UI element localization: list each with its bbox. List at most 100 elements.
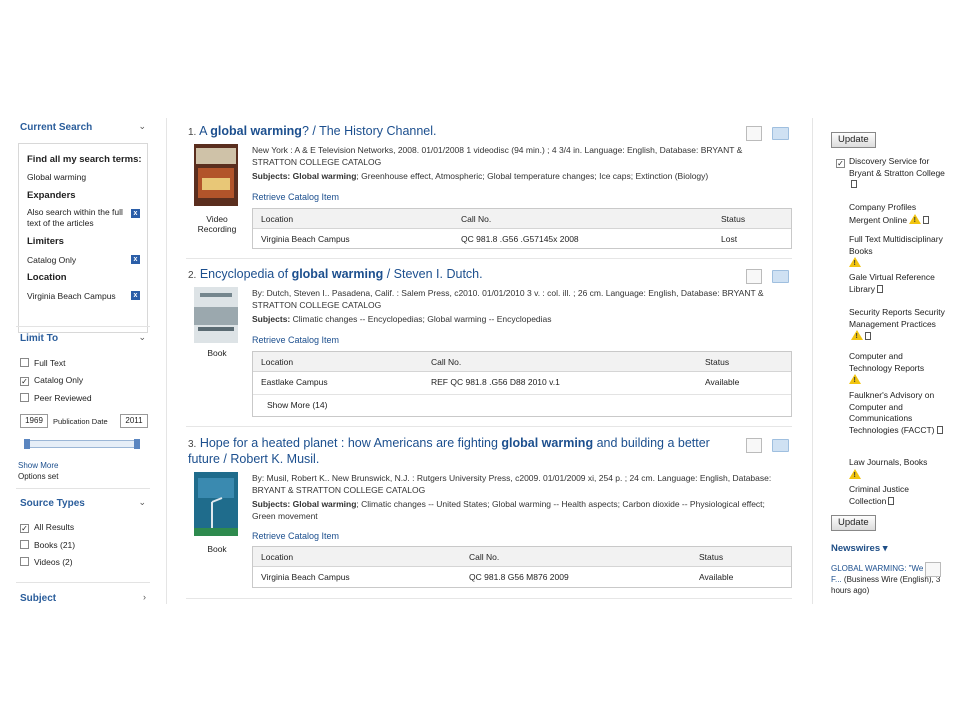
source-types-header[interactable]: Source Types xyxy=(20,498,85,509)
publication-date-range: 1969 Publication Date 2011 xyxy=(20,414,148,430)
database-item[interactable]: Computer and Technology Reports xyxy=(849,351,945,387)
holding-status: Available xyxy=(705,377,740,387)
database-item[interactable]: Full Text Multidisciplinary Books xyxy=(849,234,945,270)
date-to-input[interactable]: 2011 xyxy=(120,414,148,428)
holdings-header-row: Location Call No. Status xyxy=(253,209,791,229)
document-icon xyxy=(876,284,883,293)
database-item[interactable]: Gale Virtual Reference Library xyxy=(849,272,945,295)
discovery-service-link[interactable]: Discovery Service for Bryant & Stratton … xyxy=(849,156,945,191)
database-item[interactable]: Faulkner's Advisory on Computer and Comm… xyxy=(849,390,945,436)
show-more-holdings-link[interactable]: Show More (14) xyxy=(267,400,327,410)
cover-thumbnail[interactable] xyxy=(194,144,238,206)
column-header: Call No. xyxy=(431,357,462,367)
checkbox-checked[interactable]: ✓ xyxy=(836,159,845,168)
column-header: Call No. xyxy=(461,214,492,224)
limit-peer-reviewed[interactable]: Peer Reviewed xyxy=(20,393,92,403)
expanders-label: Expanders xyxy=(27,190,76,201)
folder-icon[interactable] xyxy=(772,439,789,452)
limiters-label: Limiters xyxy=(27,236,64,247)
source-videos[interactable]: Videos (2) xyxy=(20,557,73,567)
result-title[interactable]: 3. Hope for a heated planet : how Americ… xyxy=(188,436,710,450)
slider-handle-right[interactable] xyxy=(134,439,140,449)
cover-thumbnail[interactable] xyxy=(194,472,238,536)
slider-handle-left[interactable] xyxy=(24,439,30,449)
warning-icon xyxy=(909,213,922,226)
checkbox[interactable] xyxy=(20,358,29,367)
result-title-line2[interactable]: future / Robert K. Musil. xyxy=(188,452,319,466)
remove-icon[interactable]: x xyxy=(131,291,140,300)
holdings-table: Location Call No. Status Eastlake Campus… xyxy=(252,351,792,417)
current-search-box: Find all my search terms: Global warming… xyxy=(18,143,148,333)
limit-to-header[interactable]: Limit To xyxy=(20,333,58,344)
holding-status: Available xyxy=(699,572,734,582)
result-actions xyxy=(746,438,790,454)
newswires-header[interactable]: Newswires ▾ xyxy=(831,543,888,554)
subject-header[interactable]: Subject xyxy=(20,593,56,604)
document-icon xyxy=(936,425,943,434)
right-sidebar: Update ✓ Discovery Service for Bryant & … xyxy=(812,118,952,604)
folder-icon[interactable] xyxy=(772,127,789,140)
options-set-link[interactable]: Options set xyxy=(18,472,58,481)
remove-icon[interactable]: x xyxy=(131,255,140,264)
source-books[interactable]: Books (21) xyxy=(20,540,75,550)
retrieve-catalog-link[interactable]: Retrieve Catalog Item xyxy=(252,531,339,541)
left-sidebar: Current Search ⌄ Find all my search term… xyxy=(16,118,152,604)
news-source: (Business Wire (English), 3 hours ago) xyxy=(831,575,941,595)
retrieve-catalog-link[interactable]: Retrieve Catalog Item xyxy=(252,192,339,202)
holding-location: Virginia Beach Campus xyxy=(261,234,350,244)
column-header: Location xyxy=(261,357,294,367)
limiter-item: Catalog Only xyxy=(27,255,77,265)
retrieve-catalog-link[interactable]: Retrieve Catalog Item xyxy=(252,335,339,345)
remove-icon[interactable]: x xyxy=(131,209,140,218)
database-item[interactable]: Security Reports Security Management Pra… xyxy=(849,307,945,343)
location-item: Virginia Beach Campus xyxy=(27,291,116,301)
preview-icon[interactable] xyxy=(746,269,762,284)
result-metadata: By: Musil, Robert K.. New Brunswick, N.J… xyxy=(252,473,772,495)
update-button-2[interactable]: Update xyxy=(831,515,876,531)
update-button[interactable]: Update xyxy=(831,132,876,148)
result-metadata: By: Dutch, Steven I.. Pasadena, Calif. :… xyxy=(252,288,764,310)
expander-item: Also search within the full text of the … xyxy=(27,207,123,228)
result-title[interactable]: 1. A global warming? / The History Chann… xyxy=(188,124,437,138)
date-from-input[interactable]: 1969 xyxy=(20,414,48,428)
document-icon xyxy=(865,332,871,340)
preview-icon[interactable] xyxy=(746,126,762,141)
date-slider[interactable] xyxy=(24,439,140,449)
folder-icon[interactable] xyxy=(772,270,789,283)
warning-icon xyxy=(849,257,861,270)
result-actions xyxy=(746,126,790,142)
result-subjects: Subjects: Global warming; Greenhouse eff… xyxy=(252,171,709,181)
result-actions xyxy=(746,269,790,285)
preview-icon[interactable] xyxy=(746,438,762,453)
column-divider xyxy=(166,118,167,604)
discovery-checkbox[interactable]: ✓ xyxy=(836,157,850,168)
current-search-header[interactable]: Current Search xyxy=(20,122,92,133)
show-more-link[interactable]: Show More xyxy=(18,461,58,470)
chevron-down-icon[interactable]: ⌄ xyxy=(138,121,146,132)
bottom-border xyxy=(186,598,792,599)
preview-icon[interactable] xyxy=(925,562,941,577)
source-all-results[interactable]: ✓ All Results xyxy=(20,522,74,533)
limit-full-text[interactable]: Full Text xyxy=(20,358,66,368)
chevron-down-icon[interactable]: ⌄ xyxy=(138,497,146,508)
holding-call-no: REF QC 981.8 .G56 D88 2010 v.1 xyxy=(431,377,560,387)
result-title[interactable]: 2. Encyclopedia of global warming / Stev… xyxy=(188,267,483,281)
result-subjects: Subjects: Climatic changes -- Encycloped… xyxy=(252,314,552,324)
checkbox-checked[interactable]: ✓ xyxy=(20,524,29,533)
limit-catalog-only[interactable]: ✓ Catalog Only xyxy=(20,375,83,386)
database-item[interactable]: Criminal Justice Collection xyxy=(849,484,945,507)
database-item[interactable]: Company Profiles Mergent Online xyxy=(849,202,945,226)
database-item[interactable]: Law Journals, Books xyxy=(849,457,945,481)
format-type: Book xyxy=(207,348,227,358)
column-header: Location xyxy=(261,552,294,562)
search-term-link[interactable]: Global warming xyxy=(27,172,86,182)
chevron-down-icon[interactable]: ⌄ xyxy=(138,332,146,343)
document-icon xyxy=(888,496,895,505)
chevron-right-icon[interactable]: › xyxy=(143,592,146,602)
checkbox[interactable] xyxy=(20,540,29,549)
checkbox[interactable] xyxy=(20,393,29,402)
checkbox-checked[interactable]: ✓ xyxy=(20,377,29,386)
holdings-header-row: Location Call No. Status xyxy=(253,547,791,567)
checkbox[interactable] xyxy=(20,557,29,566)
cover-thumbnail[interactable] xyxy=(194,287,238,343)
